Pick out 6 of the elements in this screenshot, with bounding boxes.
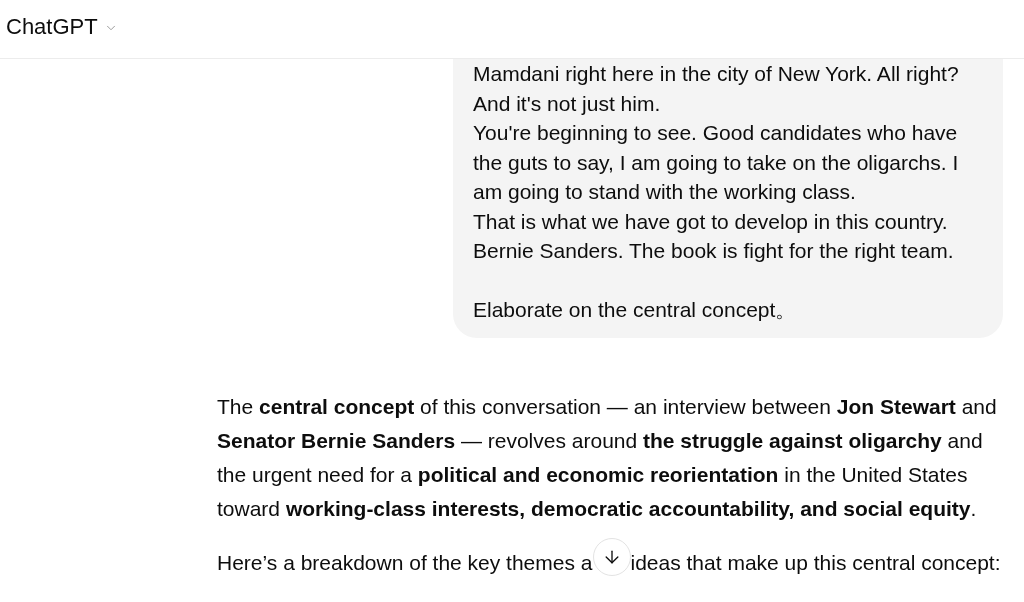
scroll-down-button[interactable] [592,537,631,576]
message-text: Mamdani right here in the city of New York. All right? And it's not just him. You're beginning to see. Good candidates who have the guts to say, I am going to take on the oligarchs. I am going to stand with the working class. That is what we have got to develop in this country. Bernie Sanders. The book is fight for the right team. Elaborate on the central concept。 [473,61,960,323]
response-paragraph: The central concept of this conversation — an interview between Jon Stewart and Senator Bernie Sanders — revolves around the struggle against oligarchy and the urgent need for a political and economic reorientation in the United States toward working-class interests, democratic accountability, and social equity. [217,393,998,522]
model-selector-button[interactable]: ChatGPT [6,13,118,41]
response-text: ideas that make up this central concept: [630,549,1001,576]
response-text: Here’s a breakdown of the key themes a [217,549,593,576]
